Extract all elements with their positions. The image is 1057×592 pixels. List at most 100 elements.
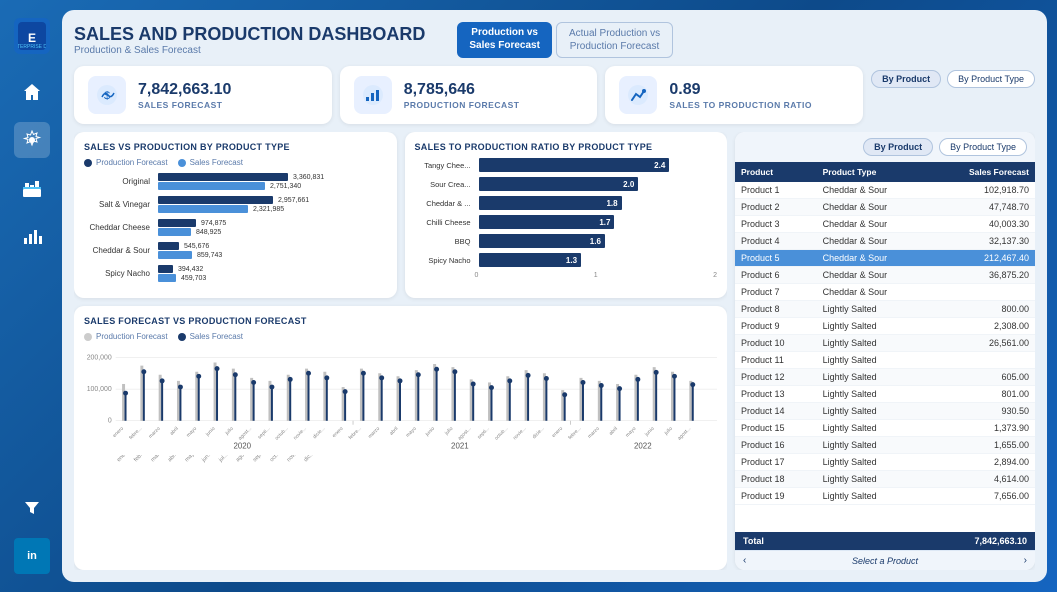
ratio-label-tangy: Tangy Chee... (415, 161, 475, 170)
table-row[interactable]: Product 5 Cheddar & Sour 212,467.40 (735, 250, 1035, 267)
forecast-legend-prod-label: Production Forecast (96, 332, 168, 341)
forecast-legend-sales-dot (178, 333, 186, 341)
by-product-table-btn[interactable]: By Product (863, 138, 933, 156)
tab-actual-vs-forecast[interactable]: Actual Production vsProduction Forecast (556, 22, 673, 58)
bar-label-cheddar-sour: Cheddar & Sour (84, 246, 154, 255)
legend-sales-label: Sales Forecast (190, 158, 243, 167)
svg-text:mayo: mayo (625, 426, 637, 438)
sales-bar-cheddar (158, 228, 191, 236)
cell-product: Product 16 (735, 437, 817, 454)
svg-text:julio: julio (663, 426, 674, 437)
svg-text:febre...: febre... (348, 426, 363, 441)
table-row[interactable]: Product 12 Lightly Salted 605.00 (735, 369, 1035, 386)
ratio-bar-wrap-bbq: 1.6 (479, 234, 718, 248)
sales-bar-cheddar-sour (158, 251, 192, 259)
svg-text:dicie...: dicie... (531, 426, 545, 440)
product-table: Product Product Type Sales Forecast Prod… (735, 162, 1035, 505)
table-row[interactable]: Product 10 Lightly Salted 26,561.00 (735, 335, 1035, 352)
home-icon[interactable] (14, 74, 50, 110)
table-row[interactable]: Product 4 Cheddar & Sour 32,137.30 (735, 233, 1035, 250)
cell-type: Lightly Salted (817, 301, 930, 318)
cell-type: Cheddar & Sour (817, 199, 930, 216)
svg-text:dicie...: dicie... (312, 426, 326, 440)
factory-icon[interactable] (14, 170, 50, 206)
prod-bar-cheddar (158, 219, 196, 227)
bar-group-original: 3,360,831 2,751,340 (158, 173, 324, 190)
table-row[interactable]: Product 1 Cheddar & Sour 102,918.70 (735, 182, 1035, 199)
bar-row-spicy: Spicy Nacho 394,432 459,703 (84, 265, 387, 282)
forecast-legend: Production Forecast Sales Forecast (84, 332, 717, 341)
by-product-type-button[interactable]: By Product Type (947, 70, 1035, 88)
table-nav-left[interactable]: ‹ (743, 555, 746, 566)
analytics-icon[interactable] (14, 218, 50, 254)
sales-forecast-value: 7,842,663.10 (138, 80, 231, 99)
cell-product: Product 1 (735, 182, 817, 199)
ratio-label-bbq: BBQ (415, 237, 475, 246)
forecast-legend-prod-dot (84, 333, 92, 341)
table-row[interactable]: Product 17 Lightly Salted 2,894.00 (735, 454, 1035, 471)
table-nav-right[interactable]: › (1024, 555, 1027, 566)
table-row[interactable]: Product 14 Lightly Salted 930.50 (735, 403, 1035, 420)
table-row[interactable]: Product 7 Cheddar & Sour (735, 284, 1035, 301)
cell-product: Product 4 (735, 233, 817, 250)
prod-bar-spicy (158, 265, 173, 273)
header-tabs: Production vsSales Forecast Actual Produ… (457, 22, 673, 58)
cell-forecast: 26,561.00 (929, 335, 1035, 352)
sales-val-cheddar: 848,925 (196, 229, 221, 236)
ratio-val-sour: 2.0 (623, 180, 634, 189)
page-subtitle: Production & Sales Forecast (74, 45, 425, 56)
table-row[interactable]: Product 19 Lightly Salted 7,656.00 (735, 488, 1035, 505)
cell-type: Cheddar & Sour (817, 216, 930, 233)
production-forecast-label: PRODUCTION FORECAST (404, 100, 520, 110)
svg-text:enero: enero (112, 426, 125, 439)
cell-forecast: 801.00 (929, 386, 1035, 403)
bar-chart-panel: SALES VS PRODUCTION BY PRODUCT TYPE Prod… (74, 132, 397, 298)
sales-val-spicy: 459,703 (181, 275, 206, 282)
table-row[interactable]: Product 13 Lightly Salted 801.00 (735, 386, 1035, 403)
svg-text:junio: junio (204, 426, 217, 439)
forecast-svg: 200,000 100,000 0 2020 2021 2022 (84, 347, 717, 452)
table-row[interactable]: Product 11 Lightly Salted (735, 352, 1035, 369)
table-row[interactable]: Product 2 Cheddar & Sour 47,748.70 (735, 199, 1035, 216)
ratio-label-spicy: Spicy Nacho (415, 256, 475, 265)
table-row[interactable]: Product 15 Lightly Salted 1,373.90 (735, 420, 1035, 437)
app-logo: E ENTERPRISE DNA (14, 18, 50, 54)
table-row[interactable]: Product 16 Lightly Salted 1,655.00 (735, 437, 1035, 454)
table-row[interactable]: Product 8 Lightly Salted 800.00 (735, 301, 1035, 318)
ratio-value: 0.89 (669, 80, 812, 99)
by-product-type-table-btn[interactable]: By Product Type (939, 138, 1027, 156)
svg-text:mayo: mayo (406, 426, 418, 438)
svg-text:agost...: agost... (457, 426, 473, 442)
cell-product: Product 13 (735, 386, 817, 403)
charts-row: SALES VS PRODUCTION BY PRODUCT TYPE Prod… (74, 132, 727, 298)
header: SALES AND PRODUCTION DASHBOARD Productio… (74, 22, 1035, 58)
tab-production-vs-sales[interactable]: Production vsSales Forecast (457, 22, 552, 58)
svg-text:abril: abril (389, 426, 400, 437)
metric-sales-forecast: $ 7,842,663.10 SALES FORECAST (74, 66, 332, 124)
table-wrapper[interactable]: Product Product Type Sales Forecast Prod… (735, 162, 1035, 532)
cell-type: Lightly Salted (817, 454, 930, 471)
prod-val-salt: 2,957,661 (278, 197, 309, 204)
legend-production: Production Forecast (84, 158, 168, 167)
svg-text:enero: enero (331, 426, 344, 439)
cell-forecast: 40,003.30 (929, 216, 1035, 233)
ratio-row-cheddar: Cheddar & ... 1.8 (415, 196, 718, 210)
table-row[interactable]: Product 9 Lightly Salted 2,308.00 (735, 318, 1035, 335)
cell-product: Product 2 (735, 199, 817, 216)
filter-icon[interactable] (14, 490, 50, 526)
cell-product: Product 14 (735, 403, 817, 420)
ratio-row-chilli: Chilli Cheese 1.7 (415, 215, 718, 229)
table-row[interactable]: Product 18 Lightly Salted 4,614.00 (735, 471, 1035, 488)
sales-bar-original (158, 182, 265, 190)
settings-icon[interactable] (14, 122, 50, 158)
ratio-bar-spicy: 1.3 (479, 253, 582, 267)
table-row[interactable]: Product 6 Cheddar & Sour 36,875.20 (735, 267, 1035, 284)
cell-type: Lightly Salted (817, 386, 930, 403)
cell-forecast (929, 284, 1035, 301)
linkedin-icon[interactable]: in (14, 538, 50, 574)
by-product-button[interactable]: By Product (871, 70, 941, 88)
bar-label-spicy: Spicy Nacho (84, 269, 154, 278)
svg-text:septi...: septi... (476, 426, 491, 441)
ratio-bar-bbq: 1.6 (479, 234, 605, 248)
table-row[interactable]: Product 3 Cheddar & Sour 40,003.30 (735, 216, 1035, 233)
